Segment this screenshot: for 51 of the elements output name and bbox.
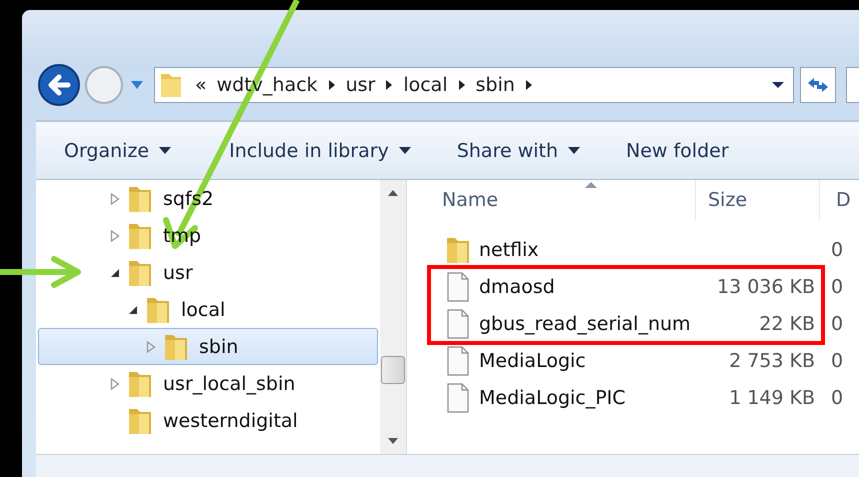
- file-icon: [445, 382, 471, 412]
- breadcrumb[interactable]: local: [403, 74, 448, 96]
- scrollbar[interactable]: [380, 180, 406, 454]
- collapsed-arrow-icon[interactable]: [110, 230, 120, 242]
- chevron-icon[interactable]: [524, 79, 533, 91]
- breadcrumb[interactable]: usr: [346, 74, 376, 96]
- file-name[interactable]: dmaosd: [479, 276, 555, 298]
- selected-tree-item[interactable]: sbin: [38, 328, 378, 365]
- file-size: 13 036 KB: [716, 276, 815, 298]
- chevron-icon[interactable]: [328, 79, 336, 91]
- refresh-button[interactable]: [800, 67, 836, 103]
- collapsed-arrow-icon[interactable]: [110, 192, 120, 204]
- tree-item[interactable]: usr_local_sbin: [38, 365, 378, 402]
- scroll-up-icon[interactable]: [388, 190, 398, 196]
- tree-item[interactable]: westerndigital: [38, 402, 378, 439]
- file-name[interactable]: MediaLogic: [479, 350, 586, 372]
- refresh-icon: [806, 75, 830, 95]
- chevron-icon[interactable]: [385, 79, 394, 91]
- column-header[interactable]: Size: [695, 180, 819, 220]
- file-icon: [445, 308, 471, 338]
- file-name[interactable]: gbus_read_serial_num: [479, 312, 691, 334]
- chevron-icon[interactable]: [458, 79, 466, 91]
- table-cell: 0: [831, 386, 844, 408]
- file-size: 1 149 KB: [729, 386, 815, 408]
- collapsed-arrow-icon[interactable]: [110, 378, 120, 390]
- scroll-down-icon[interactable]: [388, 438, 398, 444]
- scroll-thumb[interactable]: [381, 356, 405, 384]
- column-header[interactable]: Name: [437, 189, 695, 211]
- file-icon: [445, 272, 471, 302]
- sort-arrow-icon: [585, 182, 597, 188]
- file-size: 22 KB: [759, 312, 815, 334]
- breadcrumb[interactable]: sbin: [476, 74, 515, 96]
- column-header[interactable]: D: [819, 180, 859, 220]
- tree-item[interactable]: local: [38, 291, 378, 328]
- expanded-arrow-icon[interactable]: [128, 304, 138, 314]
- toolbar-button[interactable]: New folder: [620, 136, 735, 166]
- expanded-arrow-icon[interactable]: [110, 268, 120, 278]
- file-icon: [445, 346, 471, 376]
- toolbar-button[interactable]: Share with: [450, 136, 586, 166]
- table-cell: 0: [831, 350, 844, 372]
- tree-item[interactable]: usr: [38, 254, 378, 291]
- table-cell: 0: [831, 276, 844, 298]
- table-cell: 0: [831, 238, 844, 260]
- table-cell: 0: [831, 312, 844, 334]
- back-button[interactable]: [38, 64, 80, 106]
- toolbar-button[interactable]: Organize: [58, 136, 178, 166]
- file-name[interactable]: MediaLogic_PIC: [479, 386, 626, 408]
- file-name[interactable]: netflix: [479, 238, 539, 260]
- toolbar-button[interactable]: Include in library: [223, 136, 417, 166]
- file-size: 2 753 KB: [729, 350, 815, 372]
- dropdown-icon[interactable]: [771, 81, 785, 89]
